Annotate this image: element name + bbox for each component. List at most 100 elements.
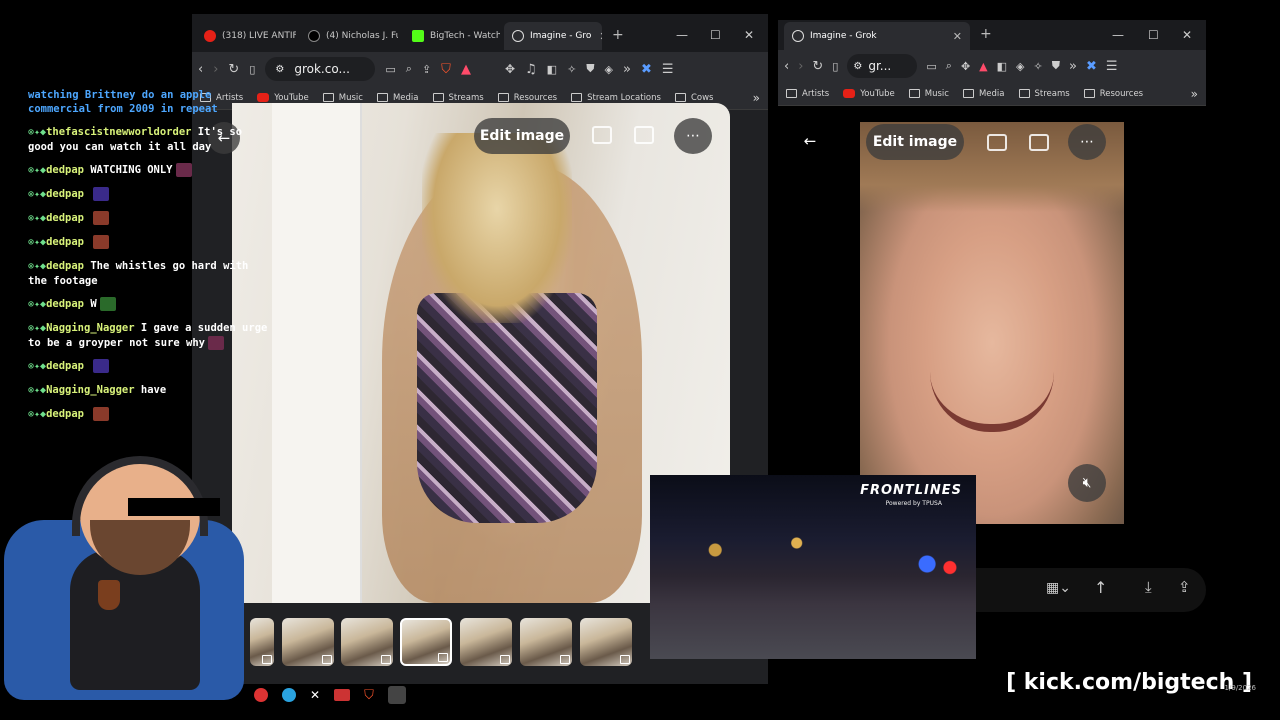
chat-username[interactable]: dedpap	[46, 360, 84, 372]
minimize-icon[interactable]: —	[676, 28, 688, 42]
zoom-icon[interactable]: ⌕	[406, 62, 412, 76]
thumbnail[interactable]	[282, 618, 334, 666]
chat-username[interactable]: dedpap	[46, 212, 84, 224]
chat-username[interactable]: dedpap	[46, 164, 84, 176]
maximize-icon[interactable]: ☐	[1148, 28, 1159, 42]
obs-taskbar-icon[interactable]	[387, 686, 406, 704]
vpn-icon[interactable]: ⛊	[586, 62, 594, 76]
bookmark-music[interactable]: Music	[908, 89, 949, 99]
chat-username[interactable]: dedpap	[46, 188, 84, 200]
more-extensions-icon[interactable]: »	[623, 62, 631, 77]
chat-username[interactable]: dedpap	[46, 408, 84, 420]
video-mode-icon[interactable]: ▦⌄	[1046, 580, 1071, 596]
new-tab-icon[interactable]: +	[612, 27, 624, 43]
forward-icon[interactable]: ›	[798, 59, 803, 74]
x-taskbar-icon[interactable]: ✕	[310, 688, 320, 702]
video-icon[interactable]	[987, 134, 1007, 151]
bookmark-media[interactable]: Media	[962, 89, 1005, 99]
zoom-icon[interactable]: ⌕	[946, 59, 952, 73]
image-icon[interactable]	[634, 126, 654, 144]
x-extension-icon[interactable]: ✖	[1086, 59, 1097, 74]
vpn-icon[interactable]: ⛊	[1052, 59, 1060, 73]
minimize-icon[interactable]: —	[1112, 28, 1124, 42]
share-icon[interactable]: ⇪	[422, 63, 431, 76]
cast-icon[interactable]: ▭	[926, 60, 936, 73]
chat-username[interactable]: dedpap	[46, 236, 84, 248]
brave-rewards-icon[interactable]: ▲	[461, 62, 471, 77]
leo-icon[interactable]: ✧	[567, 63, 576, 76]
music-icon[interactable]: ♫	[525, 62, 537, 77]
thumbnail-selected[interactable]	[400, 618, 452, 666]
image-icon[interactable]	[1029, 134, 1049, 151]
close-tab-icon[interactable]: ✕	[599, 30, 602, 43]
thumbnail[interactable]	[460, 618, 512, 666]
menu-icon[interactable]: ☰	[662, 62, 674, 77]
reload-icon[interactable]: ↻	[812, 59, 823, 74]
brave-shield-icon[interactable]: ⛉	[441, 62, 451, 77]
thumbnail[interactable]	[250, 618, 274, 666]
bookmark-streams[interactable]: Streams	[1018, 89, 1070, 99]
thumbnail[interactable]	[520, 618, 572, 666]
tab-imagine-grok[interactable]: Imagine - Gro ✕	[504, 22, 602, 50]
bookmark-cows[interactable]: Cows	[674, 93, 713, 103]
brave-taskbar-icon[interactable]: ⛉	[364, 688, 374, 703]
video-icon[interactable]	[592, 126, 612, 144]
back-icon[interactable]: ‹	[198, 62, 203, 77]
bookmark-icon[interactable]: ▯	[249, 63, 255, 76]
voicemod-icon[interactable]	[334, 689, 351, 701]
browser-taskbar-icon[interactable]	[254, 688, 268, 702]
more-bookmarks-icon[interactable]: »	[1191, 87, 1198, 101]
brave-rewards-icon[interactable]: ▲	[979, 60, 987, 73]
bookmark-stream-locations[interactable]: Stream Locations	[571, 93, 661, 103]
menu-icon[interactable]: ☰	[1106, 59, 1118, 74]
back-button[interactable]: ←	[794, 125, 826, 157]
back-icon[interactable]: ‹	[784, 59, 789, 74]
more-extensions-icon[interactable]: »	[1069, 59, 1077, 74]
close-window-icon[interactable]: ✕	[1182, 28, 1192, 42]
sidebar-icon[interactable]: ◧	[547, 63, 557, 76]
mute-icon[interactable]: 🔇︎	[1068, 464, 1106, 502]
reload-icon[interactable]: ↻	[228, 62, 239, 77]
tab-imagine-grok-right[interactable]: Imagine - Grok ✕	[784, 22, 970, 50]
address-bar[interactable]: ⚙ gr...	[847, 54, 918, 78]
bookmark-media[interactable]: Media	[376, 93, 419, 103]
thumbnail[interactable]	[580, 618, 632, 666]
leo-icon[interactable]: ✧	[1034, 60, 1043, 73]
close-window-icon[interactable]: ✕	[744, 28, 754, 42]
new-tab-icon[interactable]: +	[980, 26, 992, 42]
more-options-icon[interactable]: ⋯	[674, 118, 712, 154]
telegram-icon[interactable]	[282, 688, 296, 702]
forward-icon[interactable]: ›	[213, 62, 218, 77]
tab-kick-bigtech[interactable]: BigTech - Watch tl	[404, 22, 500, 50]
close-tab-icon[interactable]: ✕	[953, 30, 962, 43]
extensions-icon[interactable]: ✥	[505, 62, 515, 76]
wallet-icon[interactable]: ◈	[1016, 60, 1024, 73]
extensions-icon[interactable]: ✥	[961, 60, 970, 73]
bookmark-icon[interactable]: ▯	[832, 60, 838, 73]
edit-image-button[interactable]: Edit image	[866, 124, 964, 160]
chat-username[interactable]: dedpap	[46, 260, 84, 272]
tab-x-profile[interactable]: (4) Nicholas J. Fue	[300, 22, 398, 50]
x-extension-icon[interactable]: ✖	[641, 62, 652, 77]
tab-youtube-live[interactable]: (318) LIVE ANTIFA	[196, 22, 296, 50]
chat-username[interactable]: Nagging_Nagger	[46, 322, 135, 334]
bookmark-resources[interactable]: Resources	[497, 93, 557, 103]
chat-username[interactable]: thefascistnewworldorder	[46, 126, 191, 138]
submit-arrow-icon[interactable]: ↑	[1094, 578, 1107, 597]
more-options-icon[interactable]: ⋯	[1068, 124, 1106, 160]
bookmark-streams[interactable]: Streams	[432, 93, 484, 103]
chat-username[interactable]: dedpap	[46, 298, 84, 310]
address-bar[interactable]: ⚙ grok.co...	[265, 57, 376, 81]
more-bookmarks-icon[interactable]: »	[753, 91, 760, 105]
cast-icon[interactable]: ▭	[385, 63, 395, 76]
edit-image-button[interactable]: Edit image	[474, 118, 570, 154]
wallet-icon[interactable]: ◈	[605, 63, 613, 76]
chat-username[interactable]: Nagging_Nagger	[46, 384, 135, 396]
bookmark-resources[interactable]: Resources	[1083, 89, 1143, 99]
maximize-icon[interactable]: ☐	[710, 28, 721, 42]
share-icon[interactable]: ⇪	[1178, 578, 1191, 596]
bookmark-artists[interactable]: Artists	[786, 89, 829, 99]
bookmark-music[interactable]: Music	[322, 93, 363, 103]
sidebar-icon[interactable]: ◧	[997, 60, 1007, 73]
bookmark-youtube[interactable]: YouTube	[843, 89, 895, 99]
